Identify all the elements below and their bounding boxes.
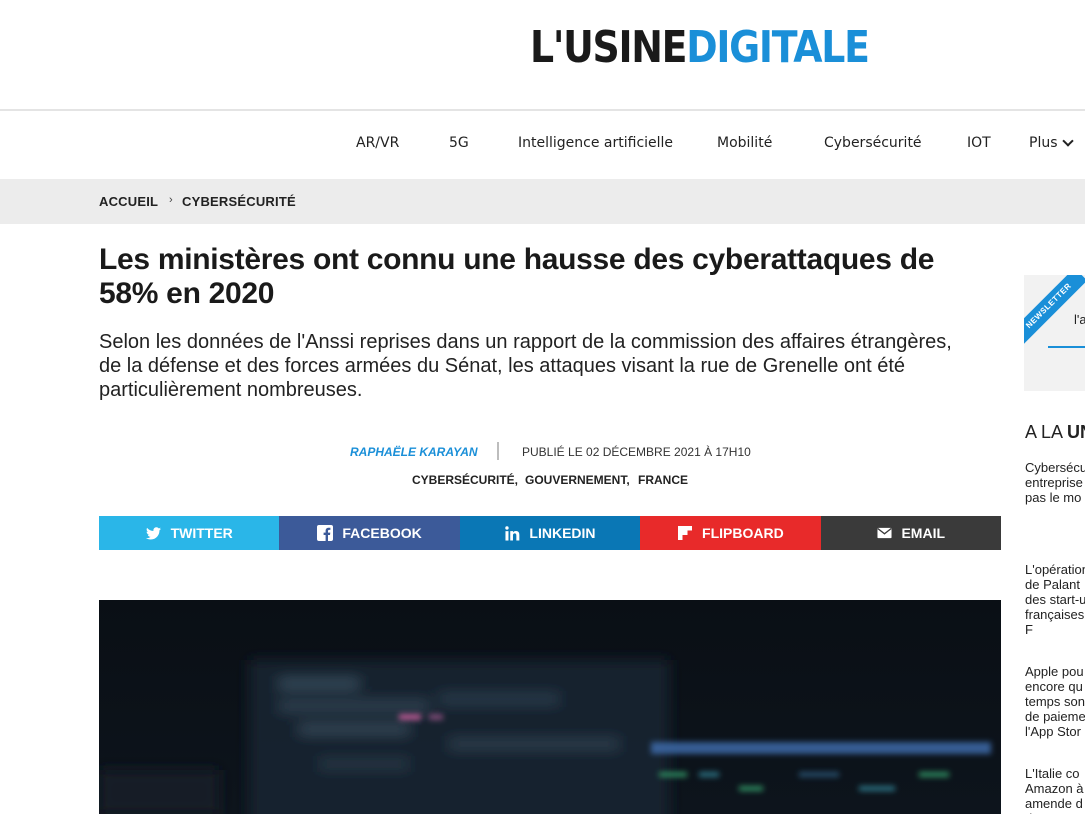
sidebar-heading-prefix: A LA bbox=[1025, 422, 1068, 442]
share-linkedin-label: LINKEDIN bbox=[529, 525, 596, 541]
breadcrumb-separator: › bbox=[169, 194, 173, 206]
nav-item-mobilite[interactable]: Mobilité bbox=[717, 135, 772, 151]
newsletter-box[interactable]: NEWSLETTER l'a bbox=[1024, 275, 1085, 391]
newsletter-badge: NEWSLETTER bbox=[1024, 275, 1085, 345]
breadcrumb-home[interactable]: ACCUEIL bbox=[99, 194, 158, 209]
share-flipboard-label: FLIPBOARD bbox=[702, 525, 784, 541]
flipboard-icon bbox=[677, 525, 693, 541]
site-logo[interactable]: L'USINE DIGITALE bbox=[530, 22, 870, 73]
breadcrumb: ACCUEIL › CYBERSÉCURITÉ bbox=[0, 179, 1085, 224]
article-hero-image bbox=[99, 600, 1001, 814]
share-facebook-label: FACEBOOK bbox=[342, 525, 422, 541]
facebook-icon bbox=[317, 525, 334, 541]
share-twitter-label: TWITTER bbox=[170, 525, 233, 541]
sidebar-section-heading: A LA UN bbox=[1025, 422, 1085, 443]
nav-item-ar-vr[interactable]: AR/VR bbox=[356, 135, 399, 151]
envelope-icon bbox=[876, 525, 892, 541]
sidebar-article-link[interactable]: Apple pou encore qu temps son de paieme … bbox=[1025, 664, 1085, 739]
article-tags: CYBERSÉCURITÉ, GOUVERNEMENT, FRANCE bbox=[0, 472, 1085, 490]
share-facebook-button[interactable]: FACEBOOK bbox=[279, 516, 460, 550]
nav-item-ia[interactable]: Intelligence artificielle bbox=[518, 135, 673, 151]
nav-item-iot[interactable]: IOT bbox=[967, 135, 991, 151]
share-bar: TWITTER FACEBOOK LINKEDIN FLIPBOARD EMAI… bbox=[99, 516, 1001, 550]
logo-usine: L'USINE bbox=[530, 22, 688, 73]
linkedin-icon bbox=[504, 525, 520, 541]
sidebar-article-link[interactable]: Cybersécu entreprise pas le mo bbox=[1025, 460, 1085, 505]
breadcrumb-section[interactable]: CYBERSÉCURITÉ bbox=[182, 194, 296, 209]
tag-france[interactable]: FRANCE bbox=[638, 473, 688, 487]
share-email-label: EMAIL bbox=[901, 525, 946, 541]
share-linkedin-button[interactable]: LINKEDIN bbox=[459, 516, 641, 550]
article-meta: RAPHAËLE KARAYAN PUBLIÉ LE 02 DÉCEMBRE 2… bbox=[99, 440, 1001, 462]
share-twitter-button[interactable]: TWITTER bbox=[99, 516, 280, 550]
nav-item-5g[interactable]: 5G bbox=[449, 135, 469, 151]
article-lead: Selon les données de l'Anssi reprises da… bbox=[99, 331, 952, 401]
tag-cybersecurite[interactable]: CYBERSÉCURITÉ, bbox=[412, 473, 518, 487]
tag-gouvernement[interactable]: GOUVERNEMENT, bbox=[525, 473, 630, 487]
share-email-button[interactable]: EMAIL bbox=[820, 516, 1001, 550]
chevron-down-icon bbox=[1061, 135, 1074, 147]
nav-item-cybersecurite[interactable]: Cybersécurité bbox=[824, 135, 922, 151]
share-flipboard-button[interactable]: FLIPBOARD bbox=[640, 516, 821, 550]
main-nav: AR/VR 5G Intelligence artificielle Mobil… bbox=[0, 111, 1085, 179]
sidebar-heading-bold: UN bbox=[1067, 422, 1085, 442]
twitter-bird-icon bbox=[146, 525, 162, 541]
logo-digitale: DIGITALE bbox=[686, 22, 870, 73]
site-header: L'USINE DIGITALE bbox=[0, 0, 1085, 111]
meta-divider bbox=[497, 442, 499, 460]
sidebar-article-link[interactable]: L'Italie co Amazon à amende d d'euros p bbox=[1025, 766, 1085, 814]
nav-more-label: Plus bbox=[1029, 135, 1058, 151]
newsletter-input-underline[interactable] bbox=[1048, 346, 1085, 348]
newsletter-text: l'a bbox=[1074, 312, 1085, 327]
publish-date: PUBLIÉ LE 02 DÉCEMBRE 2021 À 17H10 bbox=[522, 445, 751, 459]
nav-more-menu[interactable]: Plus bbox=[1029, 135, 1074, 151]
article-title: Les ministères ont connu une hausse des … bbox=[99, 243, 935, 310]
author-link[interactable]: RAPHAËLE KARAYAN bbox=[350, 445, 478, 459]
sidebar-article-link[interactable]: L'opération de Palant des start-u frança… bbox=[1025, 562, 1085, 637]
